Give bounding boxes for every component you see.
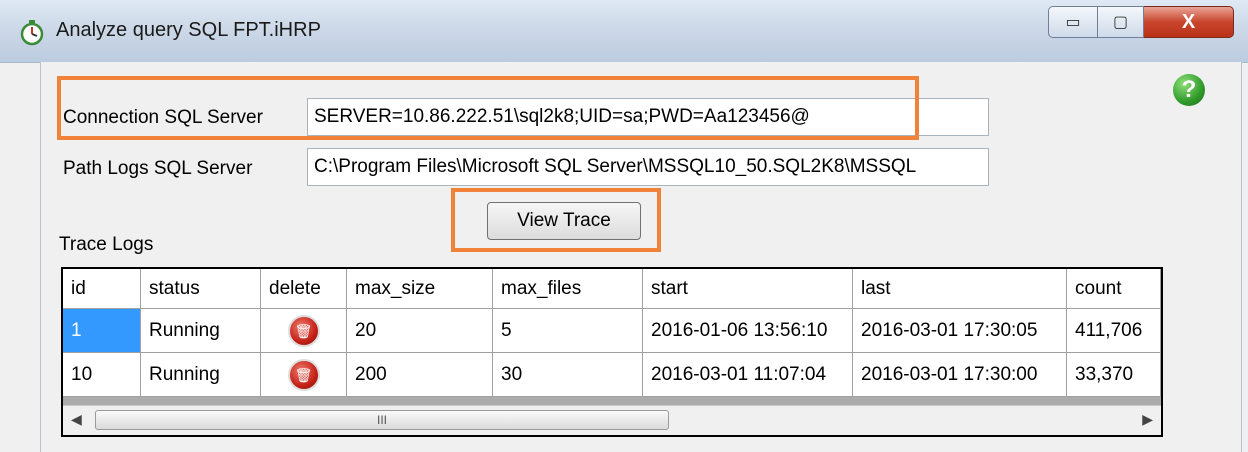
app-window: Analyze query SQL FPT.iHRP ▭ ▢ X Connect… <box>0 0 1248 452</box>
column-header-count[interactable]: count <box>1067 269 1161 309</box>
close-button[interactable]: X <box>1144 6 1234 38</box>
scroll-left-icon[interactable]: ◀ <box>71 411 82 428</box>
scroll-right-icon[interactable]: ▶ <box>1142 411 1153 428</box>
view-trace-highlight <box>451 188 661 252</box>
table-row[interactable]: 10 Running 🗑 200 30 2016-03-01 11:07:04 … <box>63 353 1161 397</box>
help-icon[interactable]: ? <box>1173 74 1205 106</box>
cell-delete[interactable]: 🗑 <box>261 309 347 353</box>
cell-last[interactable]: 2016-03-01 17:30:05 <box>853 309 1067 353</box>
path-input[interactable]: C:\Program Files\Microsoft SQL Server\MS… <box>307 148 989 186</box>
cell-start[interactable]: 2016-01-06 13:56:10 <box>643 309 853 353</box>
cell-id[interactable]: 10 <box>63 353 141 397</box>
grid-header: id status delete max_size max_files star… <box>63 269 1161 309</box>
column-header-max-files[interactable]: max_files <box>493 269 643 309</box>
trash-icon[interactable]: 🗑 <box>287 314 320 347</box>
cell-status[interactable]: Running <box>141 309 261 353</box>
cell-status[interactable]: Running <box>141 353 261 397</box>
cell-max-files[interactable]: 30 <box>493 353 643 397</box>
horizontal-scrollbar[interactable]: ◀ III ▶ <box>63 405 1161 435</box>
cell-id[interactable]: 1 <box>63 309 141 353</box>
column-header-max-size[interactable]: max_size <box>347 269 493 309</box>
maximize-button[interactable]: ▢ <box>1098 6 1144 38</box>
cell-count[interactable]: 411,706 <box>1067 309 1161 353</box>
window-title: Analyze query SQL FPT.iHRP <box>56 19 321 41</box>
window-controls: ▭ ▢ X <box>1048 6 1234 40</box>
column-header-delete[interactable]: delete <box>261 269 347 309</box>
column-header-status[interactable]: status <box>141 269 261 309</box>
column-header-start[interactable]: start <box>643 269 853 309</box>
cell-max-files[interactable]: 5 <box>493 309 643 353</box>
stopwatch-icon <box>20 20 44 46</box>
connection-highlight <box>57 76 919 140</box>
trace-logs-grid: id status delete max_size max_files star… <box>61 267 1163 437</box>
cell-count[interactable]: 33,370 <box>1067 353 1161 397</box>
cell-max-size[interactable]: 20 <box>347 309 493 353</box>
trash-icon[interactable]: 🗑 <box>287 358 320 391</box>
cell-last[interactable]: 2016-03-01 17:30:00 <box>853 353 1067 397</box>
column-header-last[interactable]: last <box>853 269 1067 309</box>
cell-delete[interactable]: 🗑 <box>261 353 347 397</box>
path-label: Path Logs SQL Server <box>63 158 253 179</box>
table-row[interactable]: 1 Running 🗑 20 5 2016-01-06 13:56:10 201… <box>63 309 1161 353</box>
client-area: Connection SQL Server SERVER=10.86.222.5… <box>40 62 1242 452</box>
title-bar[interactable]: Analyze query SQL FPT.iHRP ▭ ▢ X <box>0 0 1248 63</box>
minimize-button[interactable]: ▭ <box>1048 6 1098 38</box>
cell-max-size[interactable]: 200 <box>347 353 493 397</box>
scrollbar-thumb[interactable]: III <box>95 410 669 430</box>
trace-logs-label: Trace Logs <box>59 234 154 255</box>
column-header-id[interactable]: id <box>63 269 141 309</box>
cell-start[interactable]: 2016-03-01 11:07:04 <box>643 353 853 397</box>
